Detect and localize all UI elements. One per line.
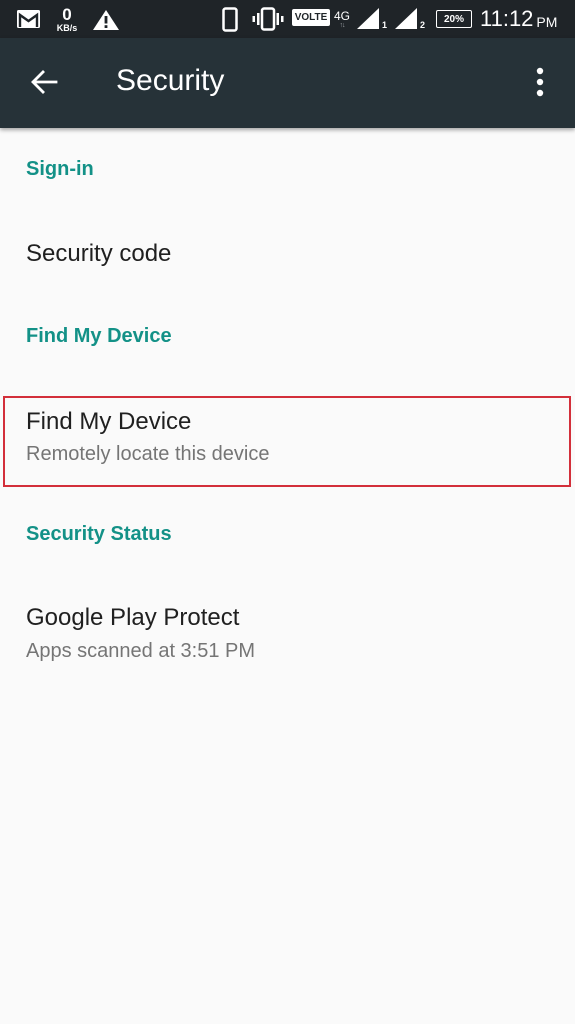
clock-time: 11:12 [480, 6, 534, 31]
warning-icon [92, 9, 120, 31]
page-title: Security [116, 64, 225, 97]
gmail-icon [17, 10, 40, 28]
sim1-label: 1 [382, 20, 388, 30]
pref-title: Google Play Protect [26, 604, 240, 631]
pref-summary: Apps scanned at 3:51 PM [26, 640, 256, 662]
network-type-label: 4G [333, 8, 350, 23]
app-bar: Security [0, 38, 575, 128]
pref-title: Find My Device [26, 408, 192, 435]
clock-ampm: PM [536, 14, 558, 30]
clock: 11:12 PM [480, 4, 557, 34]
signal-icon: 2 [393, 7, 427, 31]
more-options-button[interactable] [520, 60, 560, 108]
network-speed-value: 0 [62, 4, 72, 24]
section-header-find-my-device: Find My Device [26, 325, 172, 347]
battery-percent: 20% [443, 13, 464, 25]
network-speed-indicator: 0 KB/s [52, 3, 82, 35]
phone-icon [222, 7, 238, 32]
network-type-indicator: 4G ↑↓ [333, 6, 351, 32]
pref-security-code[interactable]: Security code [0, 212, 575, 296]
back-button[interactable] [20, 60, 68, 108]
pref-title: Security code [26, 240, 172, 267]
volte-badge: VOLTE [292, 9, 330, 26]
vibrate-icon [252, 7, 284, 31]
data-activity-arrows: ↑↓ [339, 21, 346, 29]
section-header-sign-in: Sign-in [26, 158, 94, 180]
status-bar: 0 KB/s VOLTE 4G ↑↓ 1 2 20% 11:12 PM [0, 0, 575, 38]
pref-summary: Remotely locate this device [26, 443, 270, 465]
arrow-back-icon [30, 69, 58, 99]
signal-icon: 1 [355, 7, 389, 31]
sim2-label: 2 [420, 20, 426, 30]
battery-icon: 20% [436, 10, 472, 28]
network-speed-unit: KB/s [56, 22, 78, 33]
pref-google-play-protect[interactable]: Google Play Protect Apps scanned at 3:51… [0, 588, 575, 676]
more-vert-icon [535, 67, 545, 102]
section-header-security-status: Security Status [26, 523, 172, 545]
pref-find-my-device[interactable]: Find My Device Remotely locate this devi… [0, 398, 575, 486]
